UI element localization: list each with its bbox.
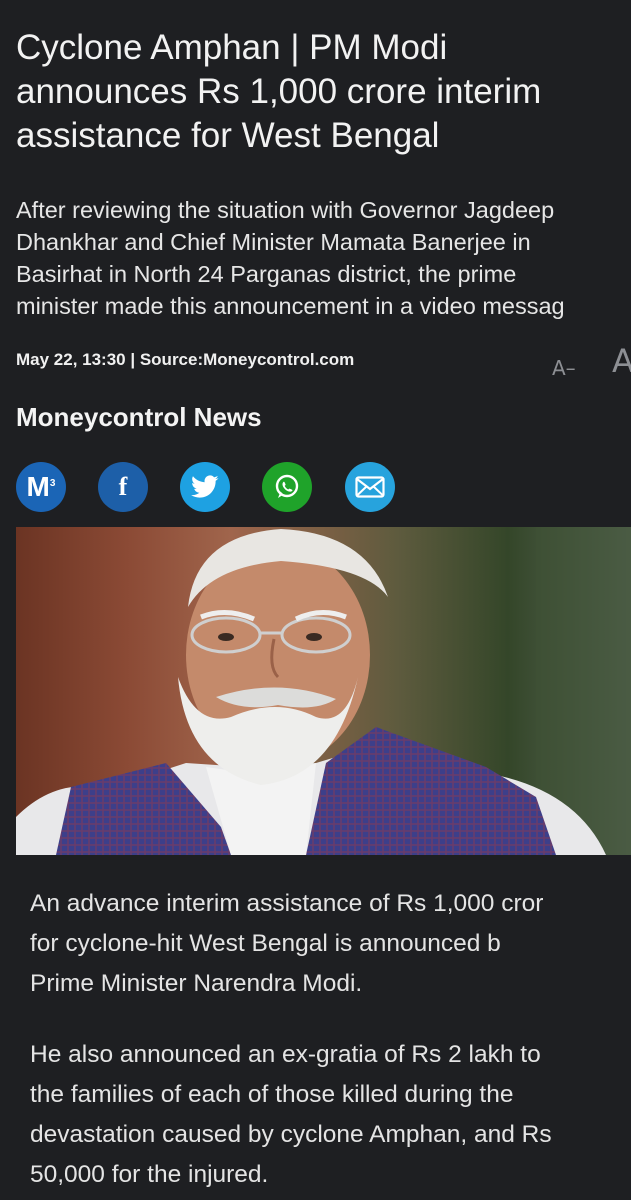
facebook-share-button[interactable]: f <box>98 462 148 512</box>
portrait-illustration <box>16 527 631 855</box>
paragraph-line: devastation caused by cyclone Amphan, an… <box>30 1121 552 1148</box>
paragraph-line: 50,000 for the injured. <box>30 1161 269 1188</box>
paragraph-line: the families of each of those killed dur… <box>30 1081 514 1108</box>
article-summary: After reviewing the situation with Gover… <box>16 194 631 322</box>
headline-line: announces Rs 1,000 crore interim <box>16 72 542 111</box>
facebook-icon: f <box>118 472 128 501</box>
headline-line: assistance for West Bengal <box>16 116 440 155</box>
article-paragraph-2: He also announced an ex-gratia of Rs 2 l… <box>30 1035 631 1195</box>
email-share-button[interactable] <box>345 462 395 512</box>
whatsapp-icon <box>275 474 299 498</box>
twitter-share-button[interactable] <box>180 462 230 512</box>
summary-line: Dhankhar and Chief Minister Mamata Baner… <box>16 229 531 255</box>
author-name: Moneycontrol News <box>16 402 262 432</box>
twitter-icon <box>191 475 219 498</box>
date-source: May 22, 13:30 | Source:Moneycontrol.com <box>16 350 355 369</box>
meta-row: May 22, 13:30 | Source:Moneycontrol.com … <box>16 342 631 386</box>
email-icon <box>355 476 385 498</box>
font-decrease-button[interactable]: A– <box>552 356 576 380</box>
whatsapp-share-button[interactable] <box>262 462 312 512</box>
paragraph-line: An advance interim assistance of Rs 1,00… <box>30 890 544 917</box>
paragraph-line: for cyclone-hit West Bengal is announced… <box>30 930 501 957</box>
headline-line: Cyclone Amphan | PM Modi <box>16 28 448 67</box>
font-increase-button[interactable]: A <box>612 342 631 380</box>
paragraph-line: He also announced an ex-gratia of Rs 2 l… <box>30 1041 541 1068</box>
paragraph-line: Prime Minister Narendra Modi. <box>30 970 363 997</box>
moneycontrol-icon: M3 <box>26 471 56 502</box>
article-headline: Cyclone Amphan | PM Modi announces Rs 1,… <box>16 26 616 158</box>
article-photo <box>16 527 631 855</box>
summary-line: minister made this announcement in a vid… <box>16 293 565 319</box>
article-paragraph-1: An advance interim assistance of Rs 1,00… <box>30 884 631 1004</box>
summary-line: Basirhat in North 24 Parganas district, … <box>16 261 517 287</box>
moneycontrol-share-button[interactable]: M3 <box>16 462 66 512</box>
summary-line: After reviewing the situation with Gover… <box>16 197 555 223</box>
